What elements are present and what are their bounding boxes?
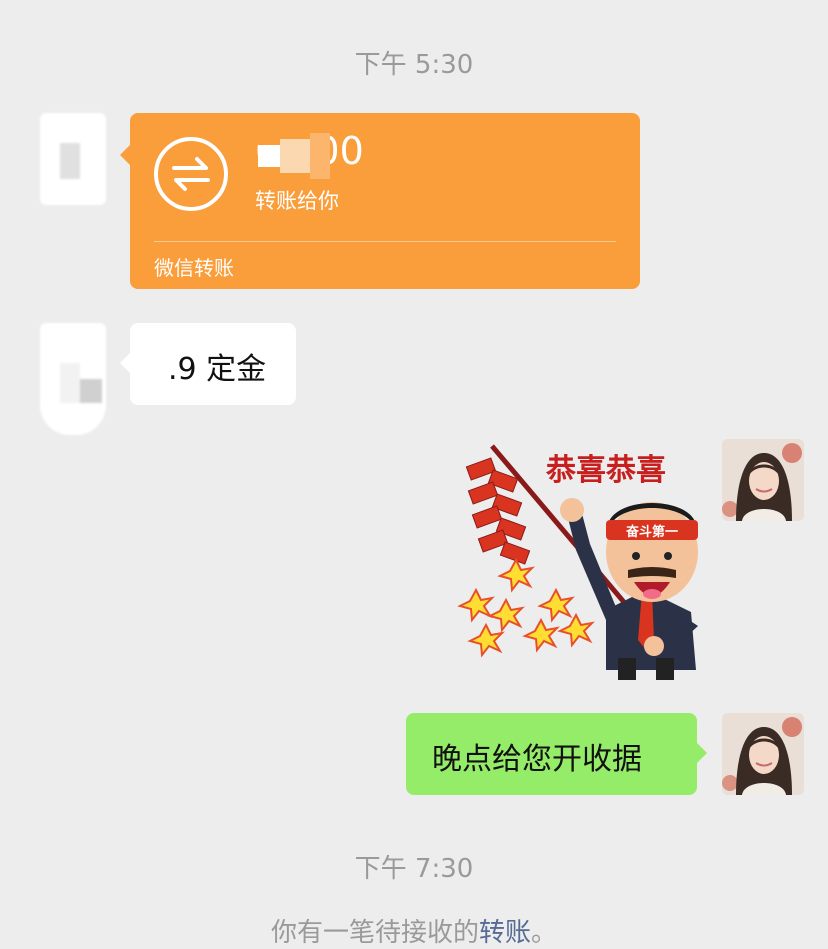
my-avatar[interactable] [722,439,804,521]
transfer-card[interactable]: 00.00 转账给你 微信转账 [120,113,640,289]
message-text: 晚点给您开收据 [432,742,642,777]
sender-avatar[interactable] [40,323,106,435]
sticker-headband: 奋斗第一 [625,524,678,539]
amount-redaction [258,133,330,179]
transfer-link[interactable]: 转账 [479,918,531,948]
notice-tail: 。 [531,918,558,948]
timestamp: 下午 5:30 [354,50,474,80]
system-notice: 你有一笔待接收的转账。 [0,912,828,949]
transfer-subtitle: 转账给你 [255,189,339,213]
sender-avatar[interactable] [40,113,106,205]
transfer-icon [154,137,228,211]
congrats-sticker[interactable]: 恭喜恭喜 奋斗第一 [456,440,702,680]
sticker-caption: 恭喜恭喜 [545,454,666,487]
message-bubble[interactable]: .9 定金 [120,323,296,405]
transfer-divider [154,241,616,242]
message-text: .9 定金 [168,352,267,387]
transfer-footer: 微信转账 [154,256,234,280]
notice-text: 你有一笔待接收的 [270,918,479,948]
my-avatar[interactable] [722,713,804,795]
message-bubble-sent[interactable]: 晚点给您开收据 [406,713,707,795]
timestamp: 下午 7:30 [354,854,474,884]
